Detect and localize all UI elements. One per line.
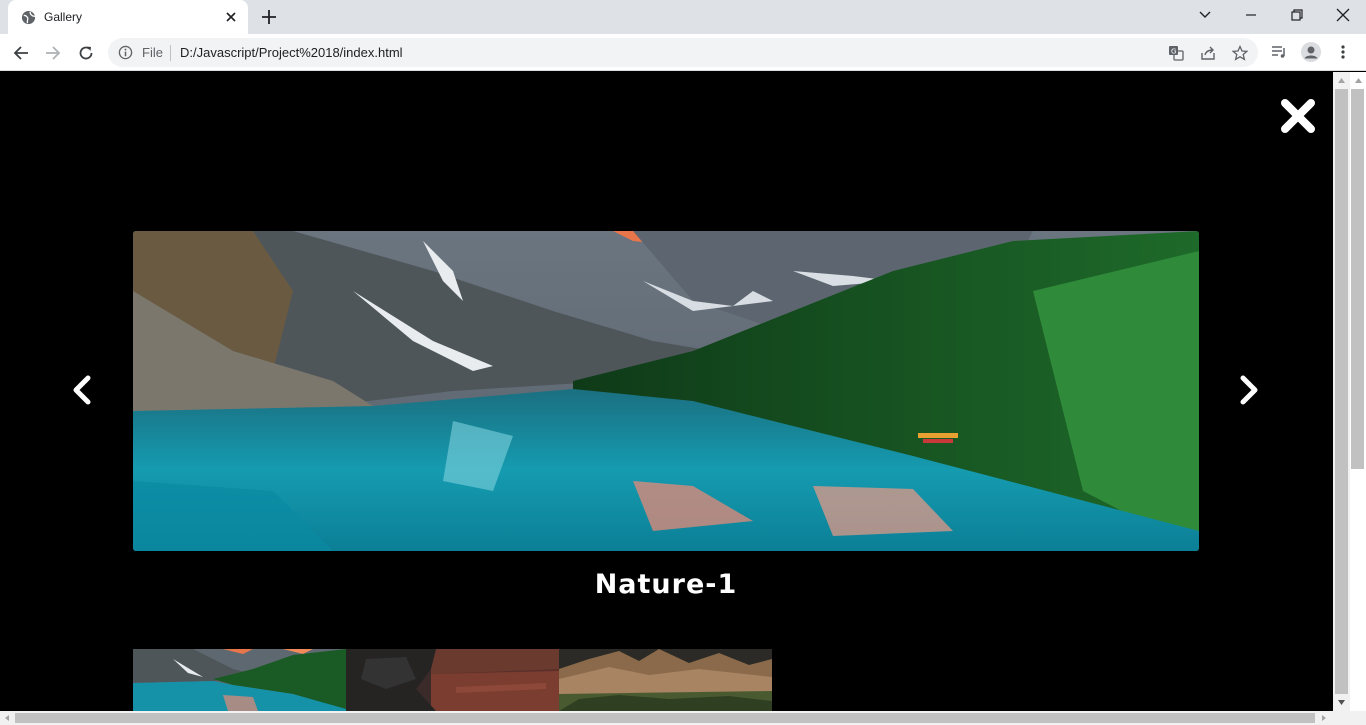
chevron-right-icon[interactable] — [1237, 372, 1263, 408]
lightbox-overlay: Nature-1 — [0, 72, 1333, 711]
thumbnail-strip — [133, 649, 772, 711]
close-icon[interactable] — [1279, 97, 1317, 135]
scroll-right-arrow-icon[interactable] — [1320, 714, 1328, 722]
address-scheme: File — [142, 45, 163, 60]
restore-button[interactable] — [1274, 0, 1320, 30]
profile-button[interactable] — [1298, 39, 1324, 65]
menu-button[interactable] — [1330, 39, 1356, 65]
vertical-scrollbar[interactable] — [1333, 72, 1350, 711]
reload-icon — [79, 46, 93, 60]
scroll-down-arrow-icon[interactable] — [1337, 698, 1346, 707]
info-icon[interactable] — [118, 45, 133, 60]
thumbnail-image-mountains — [559, 649, 772, 711]
close-window-button[interactable] — [1320, 0, 1366, 30]
horizontal-scrollbar-thumb[interactable] — [15, 713, 1315, 723]
page-scroll-up-icon[interactable] — [1354, 76, 1363, 85]
arrow-right-icon — [46, 46, 61, 60]
media-control-button[interactable] — [1266, 39, 1292, 65]
chevron-left-icon[interactable] — [68, 372, 94, 408]
main-gallery-image — [133, 231, 1199, 551]
vertical-scrollbar-thumb[interactable] — [1335, 89, 1348, 694]
arrow-left-icon — [13, 46, 28, 60]
reload-button[interactable] — [72, 39, 100, 67]
thumbnail-2[interactable] — [346, 649, 559, 711]
share-icon — [1201, 46, 1215, 60]
kebab-menu-icon — [1341, 45, 1345, 59]
tab-close-icon[interactable] — [222, 8, 240, 26]
translate-button[interactable]: G — [1166, 43, 1186, 63]
thumbnail-1[interactable] — [133, 649, 346, 711]
new-tab-icon[interactable] — [259, 7, 279, 27]
restore-icon — [1291, 9, 1303, 21]
minimize-button[interactable] — [1228, 0, 1274, 30]
page-scrollbar-thumb[interactable] — [1351, 89, 1364, 469]
page-scrollbar[interactable] — [1350, 72, 1366, 711]
thumbnail-image-sunset-sea — [346, 649, 559, 711]
image-caption: Nature-1 — [594, 569, 738, 600]
thumbnail-3[interactable] — [559, 649, 772, 711]
thumbnail-image-lake — [133, 649, 346, 711]
browser-titlebar: Gallery — [0, 0, 1366, 34]
star-icon — [1232, 45, 1248, 61]
lake-landscape-image — [133, 231, 1199, 551]
address-bar[interactable]: File D:/Javascript/Project%2018/index.ht… — [108, 38, 1258, 67]
minimize-icon — [1246, 14, 1256, 16]
tab-search-button[interactable] — [1182, 0, 1228, 30]
media-queue-icon — [1272, 46, 1285, 58]
share-button[interactable] — [1198, 43, 1218, 63]
close-window-icon — [1336, 8, 1350, 22]
globe-icon — [21, 10, 36, 25]
back-button[interactable] — [7, 39, 35, 67]
translate-icon: G — [1169, 46, 1184, 61]
address-url[interactable]: D:/Javascript/Project%2018/index.html — [180, 45, 403, 60]
svg-text:G: G — [1171, 48, 1176, 56]
address-separator — [170, 45, 171, 61]
bookmark-button[interactable] — [1230, 43, 1250, 63]
horizontal-scrollbar[interactable] — [0, 711, 1366, 725]
forward-button[interactable] — [39, 39, 67, 67]
browser-toolbar: File D:/Javascript/Project%2018/index.ht… — [0, 34, 1366, 71]
chevron-down-icon — [1199, 11, 1211, 18]
tab-title: Gallery — [44, 10, 83, 24]
browser-tab[interactable]: Gallery — [8, 0, 248, 34]
scroll-left-arrow-icon[interactable] — [3, 714, 11, 722]
scroll-up-arrow-icon[interactable] — [1337, 76, 1346, 85]
avatar-icon — [1301, 42, 1321, 62]
